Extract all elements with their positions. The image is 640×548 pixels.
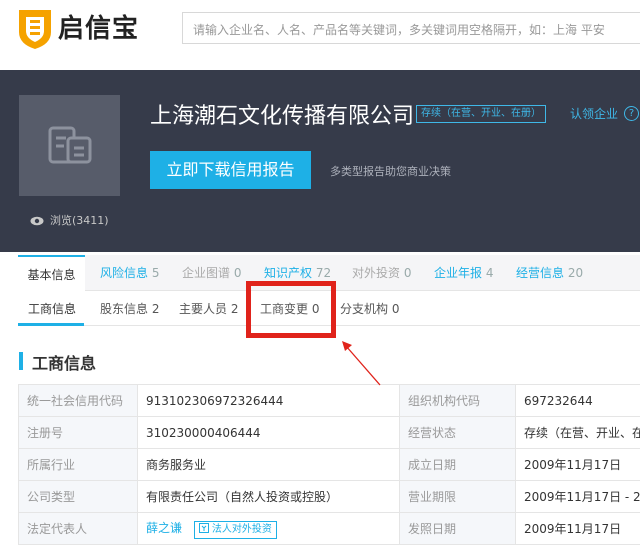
field-value: 310230000406444: [137, 416, 400, 449]
field-label: 注册号: [18, 416, 138, 449]
company-header: 浏览(3411) 上海潮石文化传播有限公司 存续（在营、开业、在册） 认领企业 …: [0, 70, 640, 252]
invest-icon: [198, 522, 209, 533]
field-value: 有限责任公司（自然人投资或控股）: [137, 480, 400, 513]
field-label: 法定代表人: [18, 512, 138, 545]
subtab-business-info[interactable]: 工商信息: [28, 292, 76, 326]
download-tip: 多类型报告助您商业决策: [330, 165, 451, 178]
brand-name[interactable]: 启信宝: [58, 8, 139, 45]
company-avatar: [19, 95, 120, 196]
legal-rep-link[interactable]: 薛之谦: [146, 521, 182, 535]
question-icon[interactable]: ?: [624, 106, 639, 121]
active-tab-indicator: [18, 323, 84, 326]
field-label: 成立日期: [399, 448, 516, 481]
eye-icon: [30, 216, 44, 226]
tab-basic-info[interactable]: 基本信息: [18, 255, 85, 291]
subtab-key-personnel[interactable]: 主要人员 2: [179, 292, 238, 326]
field-value: 存续（在营、开业、在: [515, 416, 640, 449]
section-title: 工商信息: [32, 354, 97, 373]
tab-investment[interactable]: 对外投资 0: [352, 255, 411, 291]
field-label: 公司类型: [18, 480, 138, 513]
field-label: 所属行业: [18, 448, 138, 481]
view-count: 浏览(3411): [30, 212, 109, 228]
tab-risk-info[interactable]: 风险信息 5: [100, 255, 159, 291]
document-icon: [48, 126, 92, 164]
company-name: 上海潮石文化传播有限公司: [150, 104, 415, 129]
field-value: 薛之谦 法人对外投资: [137, 512, 400, 545]
business-info-table: 统一社会信用代码 913102306972326444 组织机构代码 69723…: [18, 384, 640, 545]
field-value: 697232644: [515, 384, 640, 417]
field-label: 营业期限: [399, 480, 516, 513]
legal-investment-button[interactable]: 法人对外投资: [193, 520, 277, 539]
field-value: 2009年11月17日: [515, 512, 640, 545]
table-row: 注册号 310230000406444 经营状态 存续（在营、开业、在: [18, 416, 640, 449]
field-value: 2009年11月17日: [515, 448, 640, 481]
table-row: 法定代表人 薛之谦 法人对外投资 发照日期 2009年11月17日: [18, 512, 640, 545]
search-input[interactable]: 请输入企业名、人名、产品名等关键词，多关键词用空格隔开，如：上海 平安: [182, 12, 640, 44]
field-label: 经营状态: [399, 416, 516, 449]
field-label: 组织机构代码: [399, 384, 516, 417]
field-value: 商务服务业: [137, 448, 400, 481]
tab-business-info[interactable]: 经营信息 20: [516, 255, 583, 291]
table-row: 所属行业 商务服务业 成立日期 2009年11月17日: [18, 448, 640, 481]
annotation-arrow: [342, 341, 381, 386]
subtab-shareholders[interactable]: 股东信息 2: [100, 292, 159, 326]
subtab-branches[interactable]: 分支机构 0: [340, 292, 399, 326]
annotation-highlight-box: [246, 281, 336, 338]
claim-company-link[interactable]: 认领企业: [570, 105, 618, 122]
status-badge: 存续（在营、开业、在册）: [416, 105, 546, 123]
logo-icon[interactable]: [16, 6, 54, 50]
field-value: 2009年11月17日 - 2: [515, 480, 640, 513]
search-placeholder: 请输入企业名、人名、产品名等关键词，多关键词用空格隔开，如：上海 平安: [193, 23, 605, 37]
section-marker: [19, 352, 23, 370]
table-row: 公司类型 有限责任公司（自然人投资或控股） 营业期限 2009年11月17日 -…: [18, 480, 640, 513]
top-bar: 启信宝 请输入企业名、人名、产品名等关键词，多关键词用空格隔开，如：上海 平安: [0, 0, 640, 64]
tab-annual-report[interactable]: 企业年报 4: [434, 255, 493, 291]
tab-company-graph[interactable]: 企业图谱 0: [182, 255, 241, 291]
field-label: 统一社会信用代码: [18, 384, 138, 417]
field-label: 发照日期: [399, 512, 516, 545]
view-count-text: 浏览(3411): [50, 214, 109, 227]
download-report-button[interactable]: 立即下载信用报告: [150, 151, 311, 189]
